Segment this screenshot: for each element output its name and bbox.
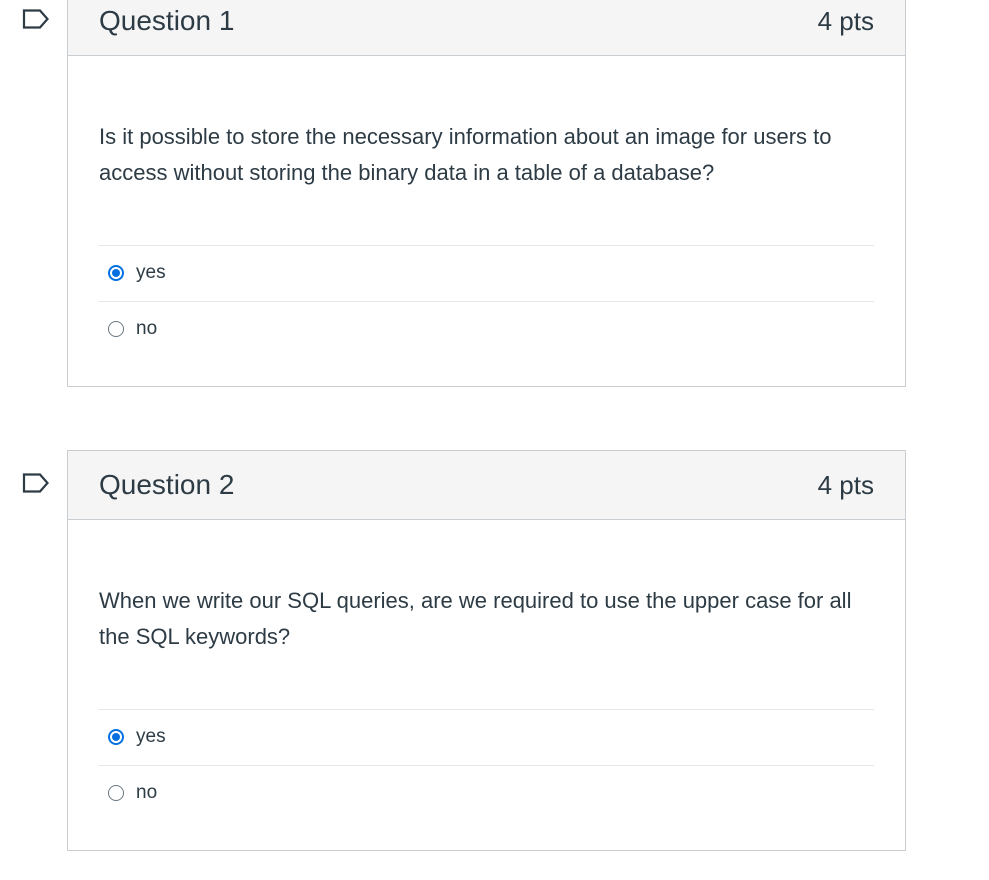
answer-option[interactable]: yes bbox=[99, 710, 874, 766]
answer-option[interactable]: yes bbox=[99, 246, 874, 302]
question-text: When we write our SQL queries, are we re… bbox=[99, 588, 852, 649]
answer-list: yes no bbox=[99, 709, 874, 821]
radio-selected-icon[interactable] bbox=[108, 729, 124, 745]
question-body: Is it possible to store the necessary in… bbox=[68, 56, 905, 357]
answer-list: yes no bbox=[99, 245, 874, 357]
answer-option[interactable]: no bbox=[99, 766, 874, 821]
question-points: 4 pts bbox=[817, 6, 874, 36]
question-body: When we write our SQL queries, are we re… bbox=[68, 520, 905, 821]
question-text: Is it possible to store the necessary in… bbox=[99, 124, 832, 185]
radio-selected-icon[interactable] bbox=[108, 265, 124, 281]
answer-option[interactable]: no bbox=[99, 302, 874, 357]
question-title: Question 1 bbox=[99, 5, 235, 36]
answer-label: yes bbox=[136, 726, 166, 747]
radio-unselected-icon[interactable] bbox=[108, 785, 124, 801]
answer-label: no bbox=[136, 782, 158, 803]
flag-question-icon[interactable] bbox=[22, 473, 50, 493]
question-points: 4 pts bbox=[817, 470, 874, 500]
answer-label: no bbox=[136, 318, 158, 339]
question-card: Question 2 4 pts When we write our SQL q… bbox=[67, 450, 906, 851]
question-header: Question 2 4 pts bbox=[68, 451, 905, 520]
question-title: Question 2 bbox=[99, 469, 235, 500]
answer-label: yes bbox=[136, 262, 166, 283]
question-card: Question 1 4 pts Is it possible to store… bbox=[67, 0, 906, 387]
flag-question-icon[interactable] bbox=[22, 9, 50, 29]
question-header: Question 1 4 pts bbox=[68, 0, 905, 56]
radio-unselected-icon[interactable] bbox=[108, 321, 124, 337]
